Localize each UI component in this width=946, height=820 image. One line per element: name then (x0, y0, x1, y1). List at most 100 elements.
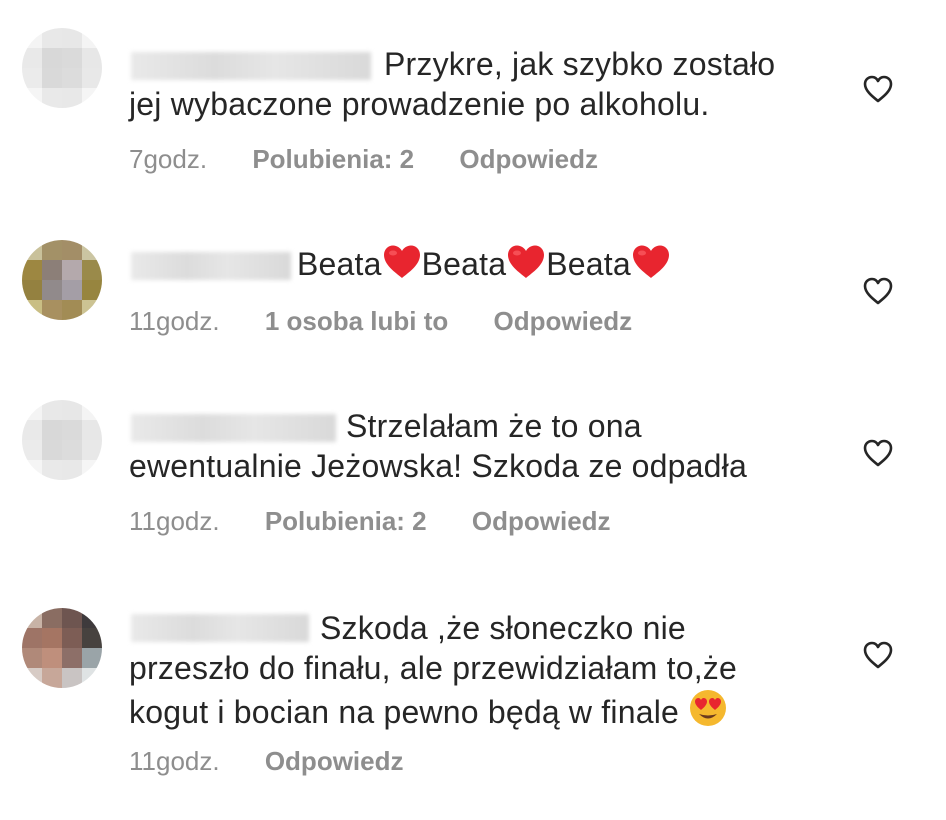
red-heart-icon (506, 244, 546, 289)
avatar-pixel (22, 28, 42, 48)
heart-outline-icon[interactable] (862, 74, 894, 104)
avatar-pixel (82, 88, 102, 108)
avatar-pixel (62, 668, 82, 688)
avatar-pixel (82, 68, 102, 88)
avatar-pixel (62, 460, 82, 480)
avatar-pixel (22, 68, 42, 88)
avatar-pixel (82, 260, 102, 280)
comment-meta: 11godz. Odpowiedz (129, 746, 442, 776)
avatar-pixel (42, 400, 62, 420)
timestamp: 11godz. (129, 306, 220, 336)
avatar-pixel (22, 300, 42, 320)
comment-meta: 11godz. Polubienia: 2 Odpowiedz (129, 506, 649, 536)
avatar-pixel (62, 648, 82, 668)
heart-eyes-face-icon (688, 688, 728, 737)
red-heart-icon (382, 244, 422, 289)
avatar-pixel (22, 240, 42, 260)
avatar-pixel (42, 48, 62, 68)
username-blurred[interactable] (131, 414, 336, 442)
avatar-pixel (22, 420, 42, 440)
heart-outline-icon[interactable] (862, 438, 894, 468)
avatar-pixel (42, 420, 62, 440)
comment-text-line: przeszło do finału, ale przewidziałam to… (129, 650, 738, 686)
avatar[interactable] (22, 240, 102, 320)
avatar-pixel (42, 460, 62, 480)
avatar-pixel (62, 280, 82, 300)
avatar-pixel (82, 400, 102, 420)
comment-text-line: ewentualnie Jeżowska! Szkoda ze odpadła (129, 448, 747, 484)
avatar-pixel (62, 260, 82, 280)
avatar-pixel (22, 260, 42, 280)
avatar-pixel (82, 280, 102, 300)
avatar-pixel (42, 88, 62, 108)
comment-word: Beata (421, 246, 507, 282)
avatar-pixel (82, 628, 102, 648)
avatar-pixel (82, 608, 102, 628)
avatar-pixel (62, 240, 82, 260)
reply-button[interactable]: Odpowiedz (472, 506, 611, 536)
likes-count-button[interactable]: 1 osoba lubi to (265, 306, 448, 336)
avatar-pixel (22, 48, 42, 68)
avatar-pixel (62, 440, 82, 460)
avatar-pixel (42, 28, 62, 48)
avatar-pixel (42, 440, 62, 460)
likes-count-button[interactable]: Polubienia: 2 (252, 144, 414, 174)
avatar-pixel (62, 628, 82, 648)
avatar-pixel (82, 460, 102, 480)
avatar-pixel (22, 460, 42, 480)
comment-text-line: Przykre, jak szybko zostało (384, 46, 776, 82)
comment-text-line: Strzelałam że to ona (346, 408, 642, 444)
comment-text: kogut i bocian na pewno będą w finale (129, 694, 680, 730)
timestamp: 11godz. (129, 506, 220, 536)
avatar-pixel (42, 648, 62, 668)
avatar-pixel (82, 300, 102, 320)
avatar-pixel (42, 68, 62, 88)
likes-count-button[interactable]: Polubienia: 2 (265, 506, 427, 536)
avatar[interactable] (22, 608, 102, 688)
reply-button[interactable]: Odpowiedz (494, 306, 633, 336)
comment-meta: 11godz. 1 osoba lubi to Odpowiedz (129, 306, 670, 336)
avatar-pixel (62, 48, 82, 68)
avatar[interactable] (22, 28, 102, 108)
avatar-pixel (22, 668, 42, 688)
avatar-pixel (62, 400, 82, 420)
avatar-pixel (62, 300, 82, 320)
avatar-pixel (42, 280, 62, 300)
avatar-pixel (62, 608, 82, 628)
username-blurred[interactable] (131, 614, 309, 642)
heart-outline-icon[interactable] (862, 640, 894, 670)
avatar-pixel (82, 648, 102, 668)
avatar-pixel (22, 648, 42, 668)
avatar-pixel (82, 240, 102, 260)
timestamp: 11godz. (129, 746, 220, 776)
comment-word: Beata (546, 246, 631, 282)
comment-text-line: Beata Beata Beata (297, 244, 671, 289)
avatar-pixel (22, 88, 42, 108)
avatar-pixel (42, 300, 62, 320)
avatar-pixel (62, 68, 82, 88)
avatar-pixel (22, 280, 42, 300)
avatar-pixel (22, 608, 42, 628)
avatar-pixel (22, 400, 42, 420)
red-heart-icon (631, 244, 671, 289)
reply-button[interactable]: Odpowiedz (459, 144, 598, 174)
avatar-pixel (82, 420, 102, 440)
avatar-pixel (82, 48, 102, 68)
avatar-pixel (62, 420, 82, 440)
comment-text-line: kogut i bocian na pewno będą w finale (129, 688, 728, 737)
avatar-pixel (42, 608, 62, 628)
heart-outline-icon[interactable] (862, 276, 894, 306)
username-blurred[interactable] (131, 52, 371, 80)
avatar-pixel (82, 668, 102, 688)
avatar-pixel (62, 28, 82, 48)
comment-word: Beata (297, 246, 382, 282)
avatar[interactable] (22, 400, 102, 480)
avatar-pixel (42, 628, 62, 648)
timestamp: 7godz. (129, 144, 208, 174)
comment-text-line: jej wybaczone prowadzenie po alkoholu. (129, 86, 710, 122)
reply-button[interactable]: Odpowiedz (265, 746, 404, 776)
username-blurred[interactable] (131, 252, 291, 280)
avatar-pixel (22, 628, 42, 648)
avatar-pixel (82, 440, 102, 460)
avatar-pixel (42, 668, 62, 688)
